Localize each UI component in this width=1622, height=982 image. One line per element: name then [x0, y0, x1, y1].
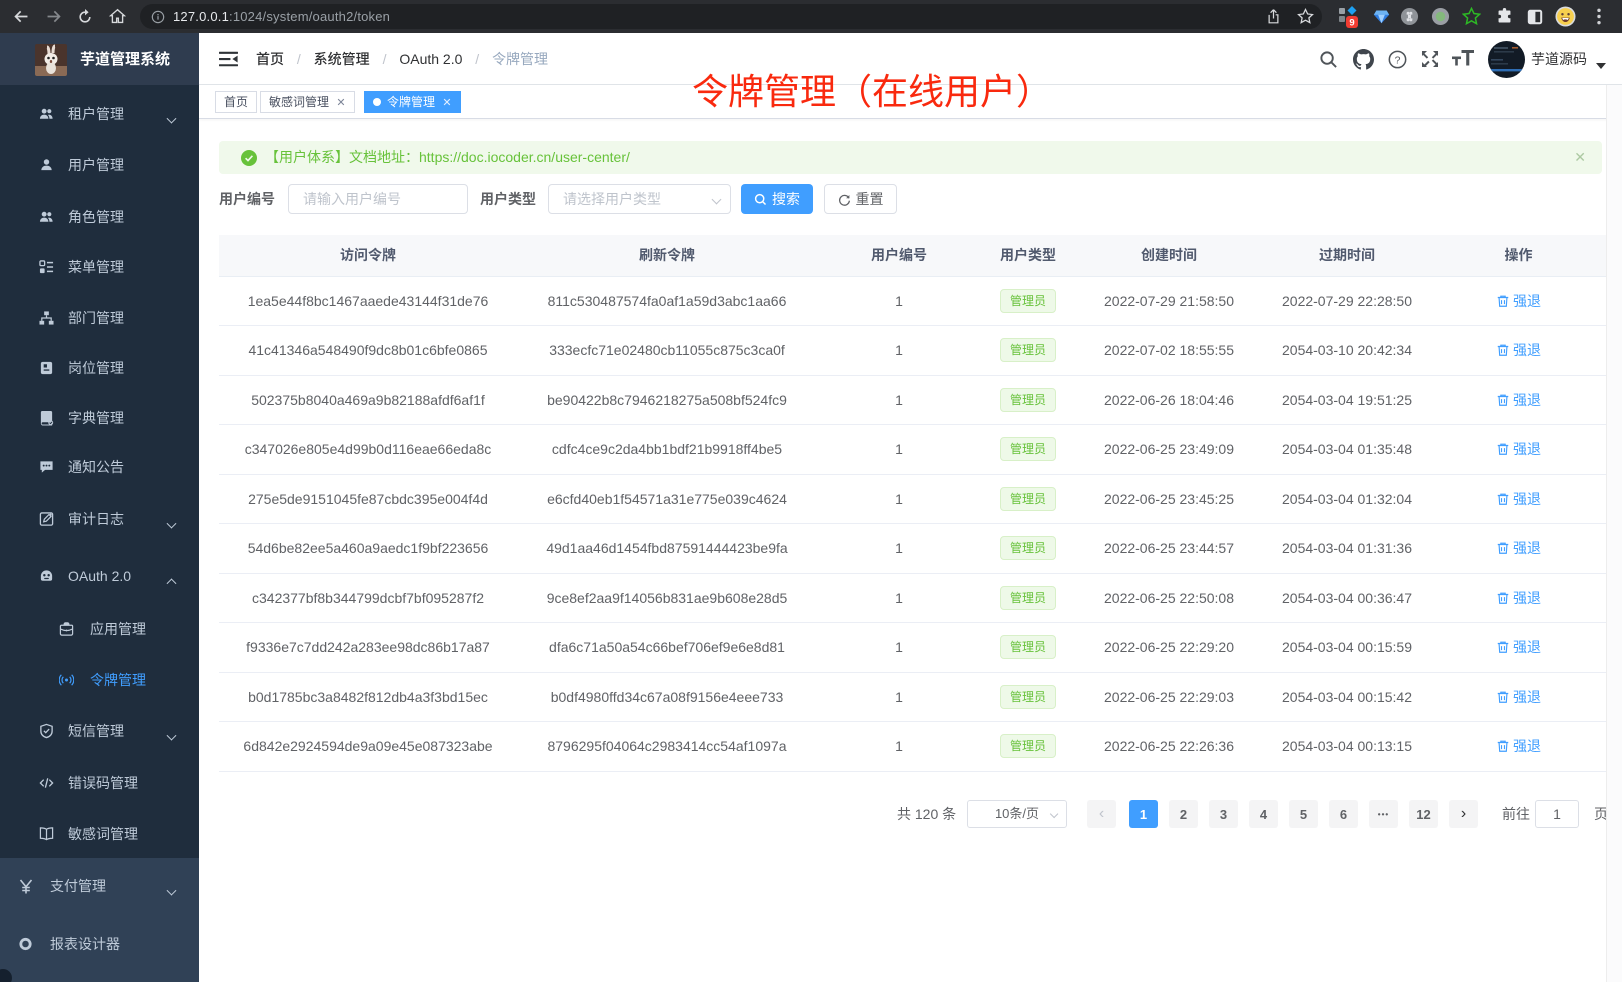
- svg-text:9: 9: [1349, 18, 1354, 29]
- svg-text:?: ?: [1394, 55, 1400, 66]
